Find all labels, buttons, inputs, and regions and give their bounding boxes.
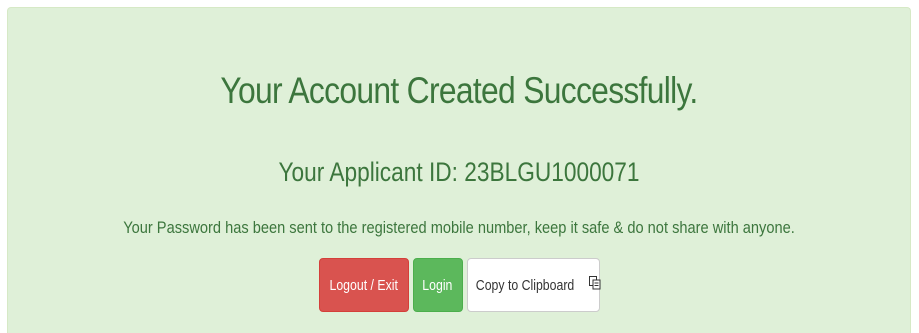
login-button[interactable]: Login — [412, 258, 463, 312]
applicant-id-text: Your Applicant ID: 23BLGU1000071 — [278, 157, 640, 187]
logout-exit-button[interactable]: Logout / Exit — [318, 258, 409, 312]
password-notice: Your Password has been sent to the regis… — [123, 218, 795, 237]
success-title: Your Account Created Successfully. — [220, 70, 698, 111]
copy-to-clipboard-button[interactable]: Copy to Clipboard — [466, 258, 601, 312]
clipboard-icon — [588, 276, 601, 294]
login-label: Login — [422, 276, 453, 294]
copy-to-clipboard-label: Copy to Clipboard — [476, 276, 575, 294]
action-buttons: Logout / Exit Login Copy to Clipboard — [8, 258, 910, 312]
success-alert: Your Account Created Successfully. Your … — [7, 7, 911, 333]
logout-exit-label: Logout / Exit — [329, 276, 398, 294]
